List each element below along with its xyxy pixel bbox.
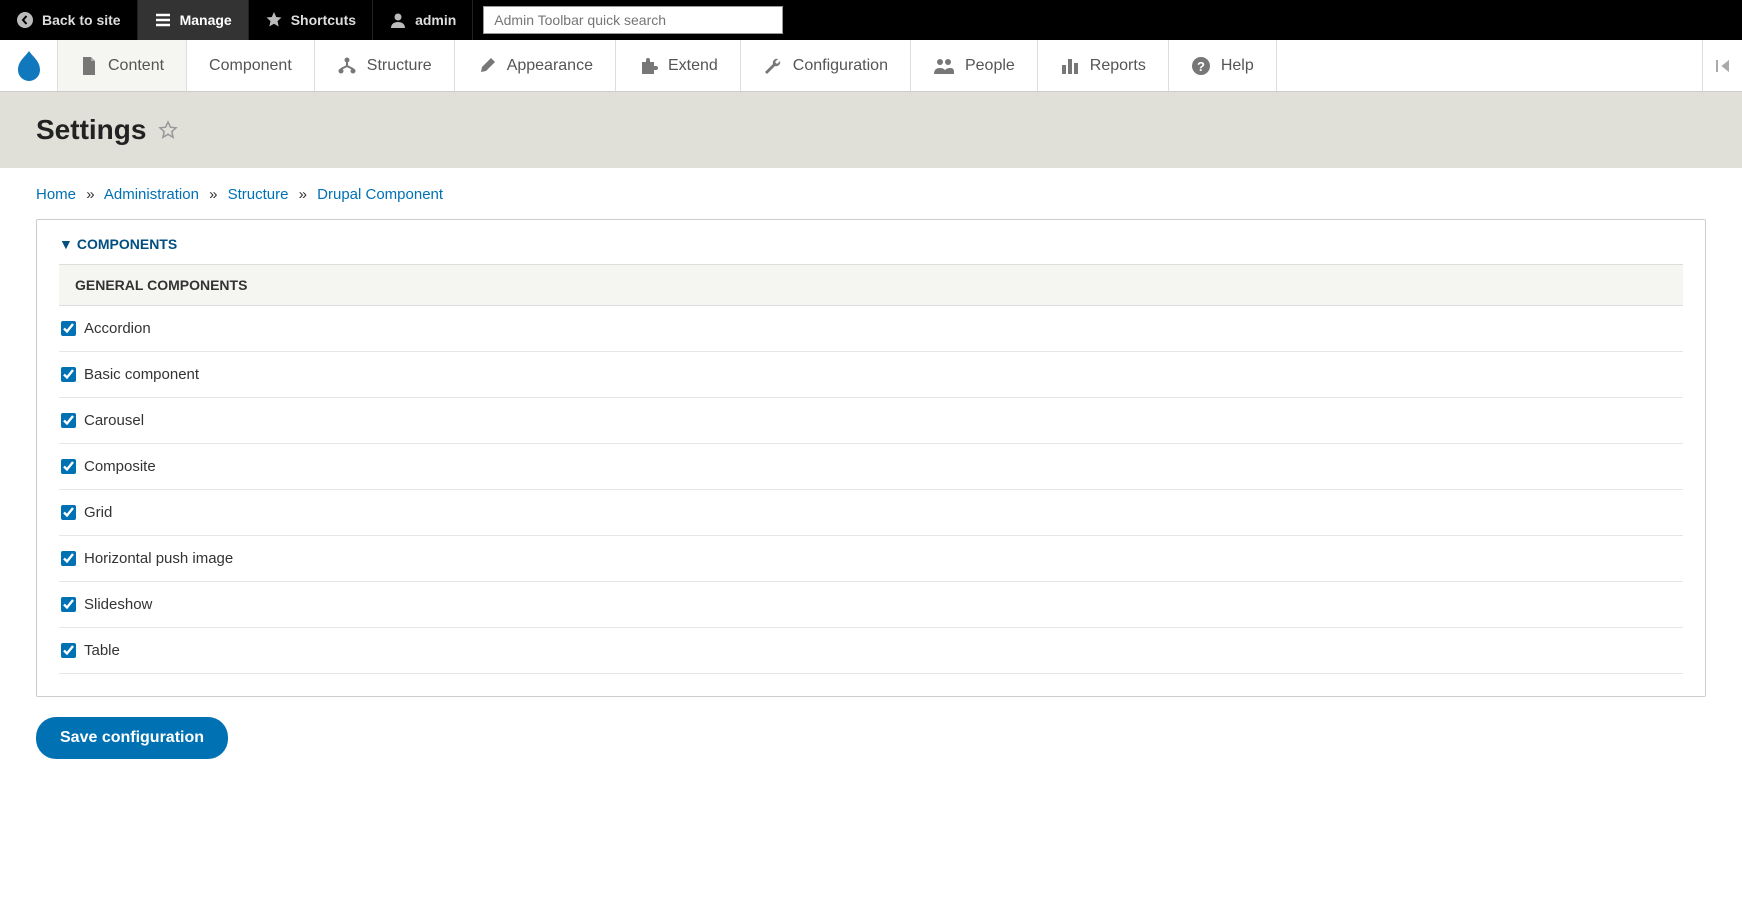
components-list: Accordion Basic component Carousel Composit… — [59, 306, 1683, 674]
fieldset-title: COMPONENTS — [77, 236, 177, 252]
back-to-site-label: Back to site — [42, 12, 121, 28]
drupal-logo[interactable] — [0, 40, 58, 91]
component-row: Composite — [59, 444, 1683, 490]
menu-label: Extend — [668, 57, 718, 75]
fieldset-toggle[interactable]: ▼ COMPONENTS — [37, 220, 1705, 264]
user-icon — [389, 11, 407, 29]
component-label: Table — [84, 642, 120, 659]
collapse-left-icon — [1714, 57, 1732, 75]
menu-extend[interactable]: Extend — [616, 40, 741, 91]
page-body: Home » Administration » Structure » Drup… — [0, 168, 1742, 795]
page-title: Settings — [36, 114, 1706, 146]
toolbar-search-input[interactable] — [483, 6, 783, 34]
star-outline-icon[interactable] — [158, 120, 178, 140]
admin-menu: Content Component Structure Appearance E… — [0, 40, 1742, 92]
menu-help[interactable]: ? Help — [1169, 40, 1277, 91]
people-icon — [933, 57, 955, 75]
menu-label: Structure — [367, 57, 432, 75]
component-checkbox[interactable] — [61, 551, 76, 566]
component-row: Table — [59, 628, 1683, 674]
user-tab[interactable]: admin — [373, 0, 473, 40]
breadcrumb: Home » Administration » Structure » Drup… — [36, 186, 1706, 203]
component-checkbox[interactable] — [61, 321, 76, 336]
back-to-site-link[interactable]: Back to site — [0, 0, 138, 40]
breadcrumb-sep: » — [203, 186, 223, 203]
menu-reports[interactable]: Reports — [1038, 40, 1169, 91]
component-label: Composite — [84, 458, 156, 475]
component-row: Slideshow — [59, 582, 1683, 628]
breadcrumb-sep: » — [80, 186, 100, 203]
help-icon: ? — [1191, 56, 1211, 76]
fieldset-body: GENERAL COMPONENTS Accordion Basic compon… — [37, 264, 1705, 696]
component-checkbox[interactable] — [61, 459, 76, 474]
component-label: Carousel — [84, 412, 144, 429]
manage-label: Manage — [180, 12, 232, 28]
component-row: Carousel — [59, 398, 1683, 444]
component-label: Basic component — [84, 366, 199, 383]
svg-text:?: ? — [1197, 59, 1205, 74]
hierarchy-icon — [337, 57, 357, 75]
page-header: Settings — [0, 92, 1742, 168]
section-header: GENERAL COMPONENTS — [59, 264, 1683, 306]
component-checkbox[interactable] — [61, 413, 76, 428]
wrench-icon — [763, 56, 783, 76]
save-configuration-button[interactable]: Save configuration — [36, 717, 228, 759]
menu-label: Content — [108, 57, 164, 75]
shortcuts-label: Shortcuts — [291, 12, 356, 28]
puzzle-icon — [638, 56, 658, 76]
toolbar-search-wrap — [473, 0, 793, 40]
component-label: Horizontal push image — [84, 550, 233, 567]
breadcrumb-drupal-component[interactable]: Drupal Component — [317, 186, 443, 203]
component-label: Grid — [84, 504, 112, 521]
document-icon — [80, 56, 98, 76]
component-checkbox[interactable] — [61, 597, 76, 612]
menu-label: Component — [209, 57, 292, 75]
breadcrumb-sep: » — [293, 186, 313, 203]
star-icon — [265, 11, 283, 29]
menu-people[interactable]: People — [911, 40, 1038, 91]
component-row: Accordion — [59, 306, 1683, 352]
menu-label: Reports — [1090, 57, 1146, 75]
menu-structure[interactable]: Structure — [315, 40, 455, 91]
hamburger-icon — [154, 11, 172, 29]
component-checkbox[interactable] — [61, 643, 76, 658]
menu-content[interactable]: Content — [58, 40, 187, 91]
collapse-toggle[interactable] — [1702, 40, 1742, 91]
triangle-down-icon: ▼ — [59, 236, 73, 252]
menu-configuration[interactable]: Configuration — [741, 40, 911, 91]
components-fieldset: ▼ COMPONENTS GENERAL COMPONENTS Accordio… — [36, 219, 1706, 697]
component-row: Horizontal push image — [59, 536, 1683, 582]
bar-chart-icon — [1060, 57, 1080, 75]
top-toolbar: Back to site Manage Shortcuts admin — [0, 0, 1742, 40]
user-label: admin — [415, 12, 456, 28]
breadcrumb-administration[interactable]: Administration — [104, 186, 199, 203]
menu-label: Configuration — [793, 57, 888, 75]
breadcrumb-structure[interactable]: Structure — [228, 186, 289, 203]
menu-label: Appearance — [507, 57, 593, 75]
breadcrumb-home[interactable]: Home — [36, 186, 76, 203]
manage-tab[interactable]: Manage — [138, 0, 249, 40]
component-row: Basic component — [59, 352, 1683, 398]
menu-label: People — [965, 57, 1015, 75]
component-checkbox[interactable] — [61, 505, 76, 520]
component-label: Accordion — [84, 320, 151, 337]
page-title-text: Settings — [36, 114, 146, 146]
menu-component[interactable]: Component — [187, 40, 315, 91]
chevron-left-circle-icon — [16, 11, 34, 29]
paintbrush-icon — [477, 56, 497, 76]
shortcuts-tab[interactable]: Shortcuts — [249, 0, 373, 40]
component-row: Grid — [59, 490, 1683, 536]
component-checkbox[interactable] — [61, 367, 76, 382]
menu-label: Help — [1221, 57, 1254, 75]
menu-appearance[interactable]: Appearance — [455, 40, 616, 91]
component-label: Slideshow — [84, 596, 152, 613]
